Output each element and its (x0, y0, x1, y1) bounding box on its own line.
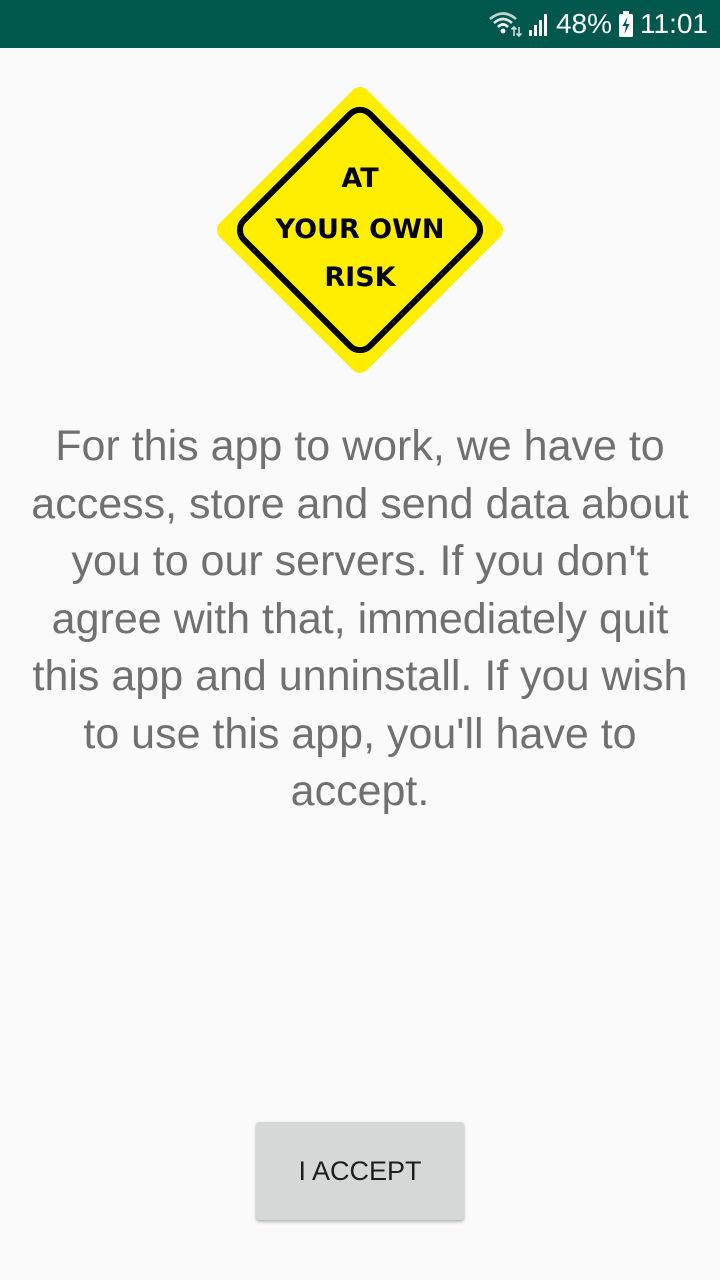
accept-button[interactable]: I ACCEPT (256, 1122, 464, 1220)
battery-charging-icon (618, 10, 634, 38)
warning-sign: AT YOUR OWN RISK (217, 87, 503, 373)
warning-sign-line-1: AT (341, 163, 379, 194)
warning-sign-line-2: YOUR OWN (275, 214, 445, 245)
warning-sign-line-3: RISK (324, 262, 396, 293)
battery-percent: 48% (555, 8, 612, 39)
status-bar-right: 48% 11:01 (488, 0, 708, 48)
signal-icon (528, 11, 550, 37)
clock: 11:01 (640, 8, 708, 39)
wifi-icon (488, 10, 522, 38)
consent-message: For this app to work, we have to access,… (31, 422, 689, 815)
consent-screen: 48% 11:01 AT YOUR OWN RISK For this app … (0, 0, 720, 1280)
status-bar: 48% 11:01 (0, 0, 720, 48)
